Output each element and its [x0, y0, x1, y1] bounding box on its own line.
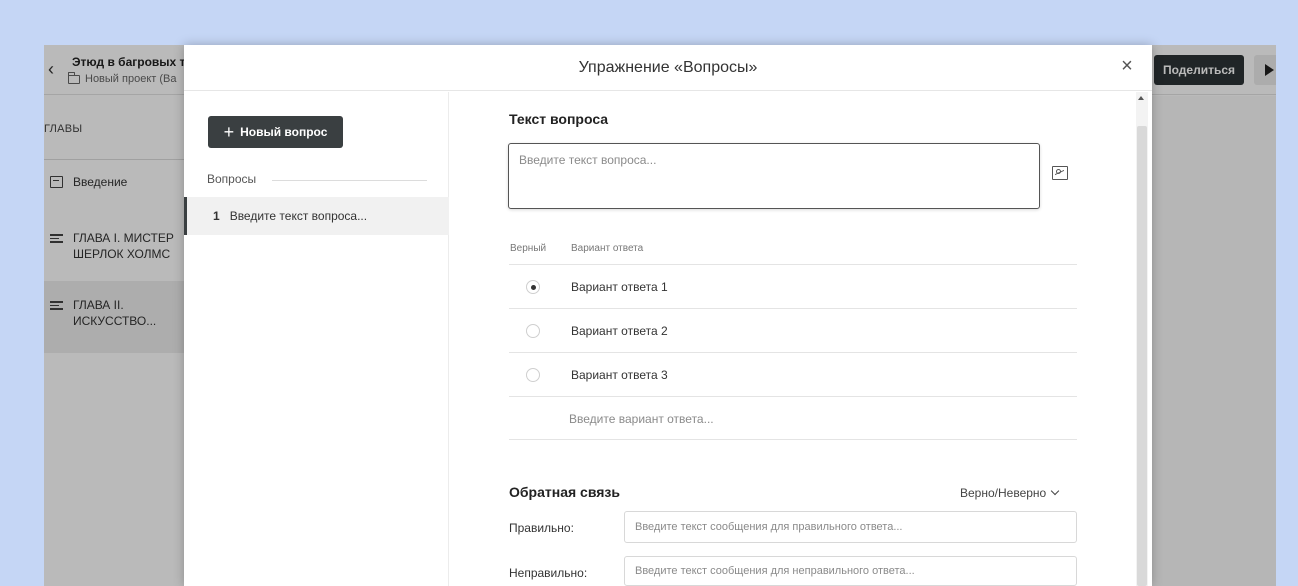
question-text-input[interactable] [508, 143, 1040, 209]
correct-feedback-input[interactable] [624, 511, 1077, 543]
answer-row: Вариант ответа 2 [509, 308, 1077, 352]
correct-radio[interactable] [526, 324, 540, 338]
incorrect-feedback-input[interactable] [624, 556, 1077, 586]
answers-header-variant: Вариант ответа [571, 243, 644, 254]
plus-icon: + [223, 122, 235, 142]
chevron-down-icon [1050, 486, 1060, 496]
answer-row: Вариант ответа 1 [509, 264, 1077, 308]
scrollbar[interactable] [1136, 92, 1148, 586]
divider [272, 180, 427, 181]
scrollbar-thumb[interactable] [1137, 126, 1147, 586]
question-list-item[interactable]: 1 Введите текст вопроса... [184, 197, 449, 235]
insert-image-icon[interactable] [1052, 166, 1068, 180]
feedback-mode-value: Верно/Неверно [960, 486, 1047, 500]
answers-header-correct: Верный [510, 243, 547, 254]
question-preview: Введите текст вопроса... [229, 209, 368, 223]
scroll-up-icon[interactable] [1138, 96, 1144, 100]
new-answer-row [509, 396, 1077, 440]
feedback-title: Обратная связь [509, 484, 620, 500]
modal-title: Упражнение «Вопросы» [578, 59, 758, 76]
questions-section-label: Вопросы [207, 172, 257, 186]
answer-text[interactable]: Вариант ответа 2 [571, 324, 668, 338]
close-icon[interactable]: × [1116, 55, 1138, 77]
correct-radio[interactable] [526, 280, 540, 294]
new-question-label: Новый вопрос [240, 125, 328, 139]
answer-text[interactable]: Вариант ответа 3 [571, 368, 668, 382]
correct-feedback-label: Правильно: [509, 521, 574, 535]
new-question-button[interactable]: + Новый вопрос [208, 116, 343, 148]
modal-header: Упражнение «Вопросы» × [184, 45, 1152, 91]
new-answer-input[interactable] [569, 407, 1059, 431]
question-text-title: Текст вопроса [509, 111, 609, 127]
answer-text[interactable]: Вариант ответа 1 [571, 280, 668, 294]
question-number: 1 [213, 209, 220, 223]
correct-radio[interactable] [526, 368, 540, 382]
answer-row: Вариант ответа 3 [509, 352, 1077, 396]
feedback-mode-dropdown[interactable]: Верно/Неверно [960, 486, 1060, 500]
questions-panel: + Новый вопрос Вопросы 1 Введите текст в… [184, 92, 449, 586]
incorrect-feedback-label: Неправильно: [509, 566, 588, 580]
